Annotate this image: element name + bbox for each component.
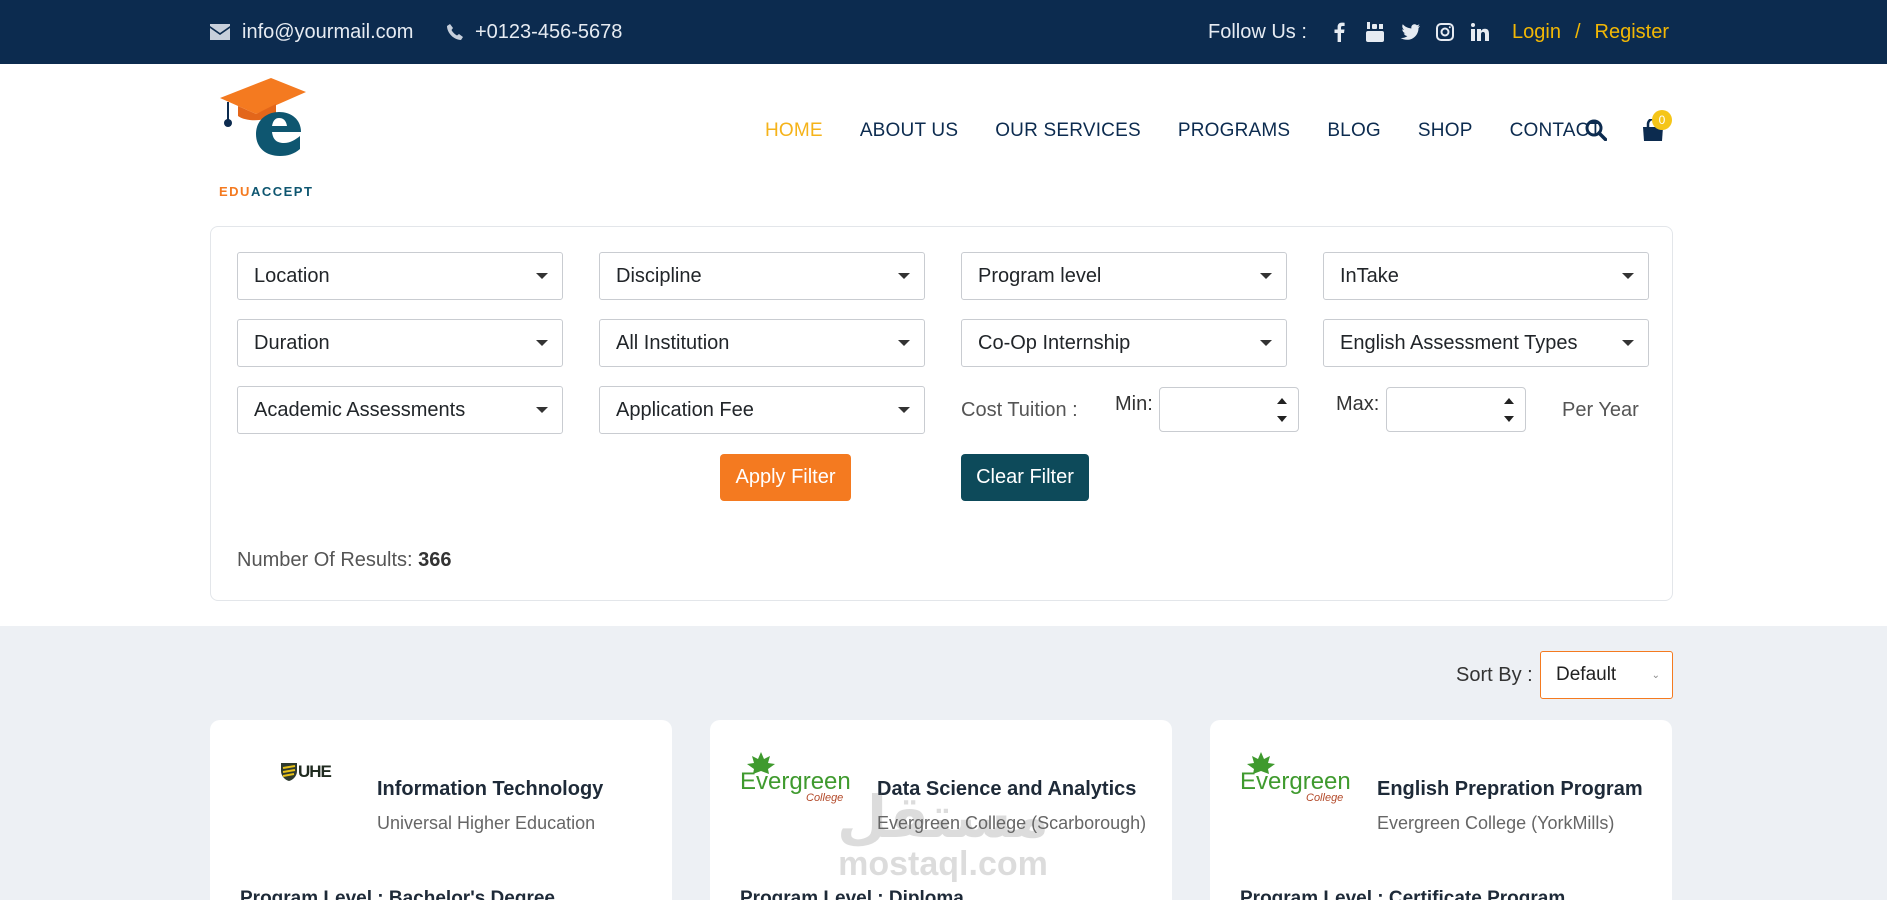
coop-internship-select[interactable]: Co-Op Internship — [961, 319, 1287, 367]
discipline-select-label: Discipline — [616, 264, 702, 287]
institution-logo-subtext: College — [1306, 792, 1344, 804]
envelope-icon — [210, 24, 230, 40]
apply-filter-button[interactable]: Apply Filter — [720, 454, 851, 501]
location-select-label: Location — [254, 264, 330, 287]
graduation-cap-icon — [220, 78, 306, 156]
institution-select[interactable]: All Institution — [599, 319, 925, 367]
register-link[interactable]: Register — [1595, 21, 1669, 44]
duration-select[interactable]: Duration — [237, 319, 563, 367]
intake-select[interactable]: InTake — [1323, 252, 1649, 300]
dropdown-caret-icon — [1260, 340, 1272, 346]
institution-name: Evergreen College (YorkMills) — [1377, 813, 1615, 833]
program-title[interactable]: Information Technology — [377, 778, 603, 801]
program-level-select[interactable]: Program level — [961, 252, 1287, 300]
institution-logo: UHE — [240, 752, 350, 802]
application-fee-select-label: Application Fee — [616, 398, 754, 421]
cart-count-badge: 0 — [1652, 110, 1672, 130]
sort-select[interactable]: Default ⌄ — [1540, 651, 1673, 699]
dropdown-caret-icon — [536, 340, 548, 346]
logo-text-edu: EDU — [219, 184, 251, 199]
nav-about-us[interactable]: ABOUT US — [860, 120, 958, 142]
results-count: Number Of Results: 366 — [237, 549, 452, 572]
watermark-latin: mostaql.com — [838, 845, 1048, 883]
nav-programs[interactable]: PROGRAMS — [1178, 120, 1290, 142]
filter-panel: Location Discipline Program level InTake… — [210, 226, 1673, 601]
uhe-shield-icon — [281, 763, 297, 781]
facebook-icon[interactable] — [1326, 18, 1354, 46]
header-section: EDUACCEPT HOME ABOUT US OUR SERVICES PRO… — [0, 64, 1887, 626]
logo-wordmark: EDUACCEPT — [219, 184, 313, 199]
cost-tuition-label: Cost Tuition : — [961, 399, 1078, 421]
logo-text-accept: ACCEPT — [250, 184, 314, 199]
search-icon[interactable] — [1585, 119, 1608, 146]
location-select[interactable]: Location — [237, 252, 563, 300]
chevron-down-icon: ⌄ — [1651, 670, 1660, 681]
english-assessment-select-label: English Assessment Types — [1340, 331, 1578, 354]
phone-icon — [447, 24, 463, 40]
top-bar: info@yourmail.com +0123-456-5678 Follow … — [0, 0, 1887, 64]
nav-home[interactable]: HOME — [765, 120, 823, 142]
english-assessment-select[interactable]: English Assessment Types — [1323, 319, 1649, 367]
dropdown-caret-icon — [1622, 273, 1634, 279]
sort-label: Sort By : — [1456, 664, 1533, 686]
auth-links: Login / Register — [1512, 0, 1669, 64]
nav-shop[interactable]: SHOP — [1418, 120, 1473, 142]
email-text: info@yourmail.com — [242, 20, 414, 43]
program-card[interactable]: Evergreen College English Prepration Pro… — [1210, 720, 1672, 900]
discipline-select[interactable]: Discipline — [599, 252, 925, 300]
contact-phone[interactable]: +0123-456-5678 — [447, 0, 622, 64]
institution-name: Universal Higher Education — [377, 813, 596, 833]
contact-email[interactable]: info@yourmail.com — [210, 0, 413, 64]
application-fee-select[interactable]: Application Fee — [599, 386, 925, 434]
max-cost-input[interactable] — [1386, 387, 1526, 432]
number-spinner-icon[interactable] — [1503, 396, 1515, 424]
site-logo[interactable]: EDUACCEPT — [216, 70, 326, 199]
phone-text: +0123-456-5678 — [475, 20, 623, 43]
watermark-arabic: مستقل — [836, 785, 1050, 850]
dropdown-caret-icon — [536, 273, 548, 279]
watermark: مستقل mostaql.com — [826, 785, 1060, 900]
per-year-label: Per Year — [1562, 399, 1639, 421]
twitter-icon[interactable] — [1396, 18, 1424, 46]
duration-select-label: Duration — [254, 331, 330, 354]
academic-assessments-select-label: Academic Assessments — [254, 398, 466, 421]
coop-internship-select-label: Co-Op Internship — [978, 331, 1131, 354]
auth-separator: / — [1574, 20, 1581, 43]
nav-blog[interactable]: BLOG — [1327, 120, 1381, 142]
nav-our-services[interactable]: OUR SERVICES — [995, 120, 1141, 142]
number-spinner-icon[interactable] — [1276, 396, 1288, 424]
dropdown-caret-icon — [898, 340, 910, 346]
program-level: Program Level : Bachelor's Degree — [240, 888, 555, 900]
academic-assessments-select[interactable]: Academic Assessments — [237, 386, 563, 434]
program-card[interactable]: UHE Information Technology Universal Hig… — [210, 720, 672, 900]
dropdown-caret-icon — [1260, 273, 1272, 279]
institution-logo: Evergreen College — [1240, 752, 1351, 804]
program-title[interactable]: English Prepration Program — [1377, 778, 1643, 801]
institution-select-label: All Institution — [616, 331, 730, 354]
youtube-icon[interactable] — [1361, 18, 1389, 46]
clear-filter-button[interactable]: Clear Filter — [961, 454, 1089, 501]
main-nav: HOME ABOUT US OUR SERVICES PROGRAMS BLOG… — [765, 120, 1638, 142]
institution-logo-text: UHE — [298, 762, 332, 781]
results-label: Number Of Results: — [237, 549, 413, 571]
results-number: 366 — [418, 549, 452, 571]
max-label: Max: — [1336, 393, 1380, 415]
dropdown-caret-icon — [898, 273, 910, 279]
sort-selected-value: Default — [1556, 664, 1617, 685]
linkedin-icon[interactable] — [1466, 18, 1494, 46]
login-link[interactable]: Login — [1512, 21, 1561, 44]
social-links: Follow Us : — [1208, 0, 1494, 64]
dropdown-caret-icon — [898, 407, 910, 413]
follow-label: Follow Us : — [1208, 20, 1307, 43]
program-level: Program Level : Certificate Program — [1240, 888, 1566, 900]
dropdown-caret-icon — [1622, 340, 1634, 346]
dropdown-caret-icon — [536, 407, 548, 413]
intake-select-label: InTake — [1340, 264, 1399, 287]
min-label: Min: — [1115, 393, 1153, 415]
program-level-select-label: Program level — [978, 264, 1102, 287]
instagram-icon[interactable] — [1431, 18, 1459, 46]
min-cost-input[interactable] — [1159, 387, 1299, 432]
